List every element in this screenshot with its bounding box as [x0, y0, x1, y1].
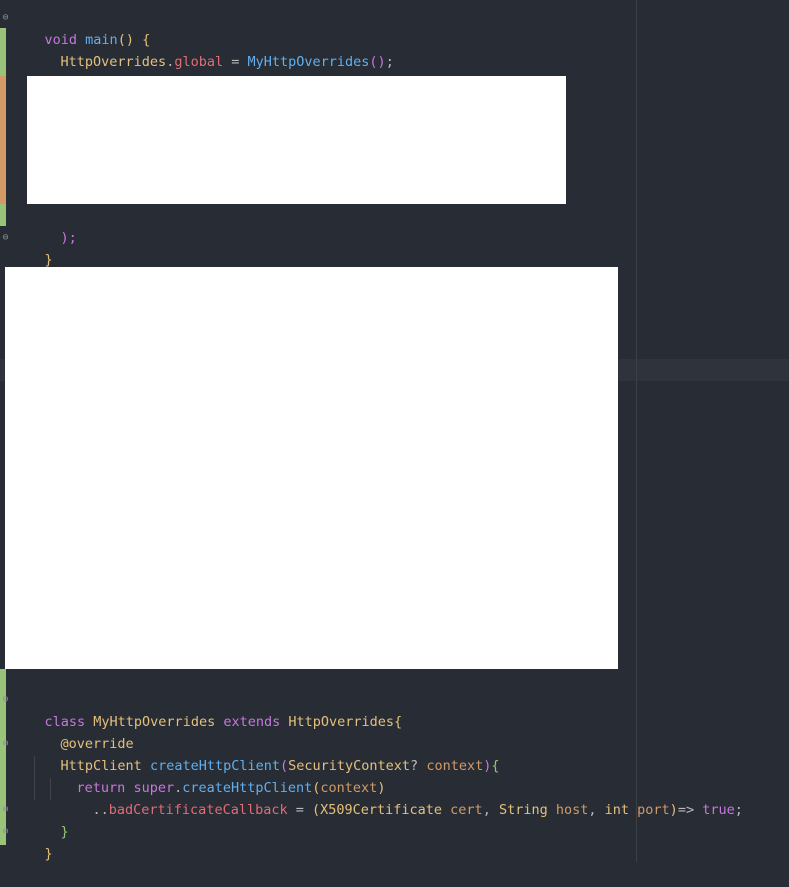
nullable-token: ?: [410, 758, 427, 774]
code-editor[interactable]: ⊖ ⊖ ⊖ ⊖ ⊖ ⊖ void main() { HttpOverrides.…: [0, 0, 789, 862]
redacted-code-block: [27, 76, 566, 204]
cascade-token: ..: [92, 802, 109, 818]
fold-toggle-icon[interactable]: ⊖: [1, 738, 10, 749]
code-line-7[interactable]: @override: [28, 711, 134, 752]
fold-toggle-icon[interactable]: ⊖: [1, 12, 10, 23]
semicolon-token: ;: [734, 802, 743, 818]
parameter-token: context: [426, 758, 484, 774]
paren-token: (: [311, 802, 321, 818]
fold-toggle-icon[interactable]: ⊖: [1, 826, 10, 837]
paren-token: );: [60, 230, 77, 246]
parameter-token: cert: [442, 802, 483, 818]
code-line-8[interactable]: HttpClient createHttpClient(SecurityCont…: [28, 733, 500, 774]
property-token: global: [174, 54, 224, 70]
code-line-3[interactable]: runApp(: [28, 51, 118, 92]
right-margin-guide: [636, 0, 637, 862]
type-token: X509Certificate: [320, 802, 443, 818]
comma-token: ,: [482, 802, 499, 818]
paren-token: (): [369, 54, 386, 70]
property-token: badCertificateCallback: [108, 802, 288, 818]
semicolon-token: ;: [385, 54, 394, 70]
comma-token: ,: [588, 802, 605, 818]
keyword-token: extends: [223, 714, 281, 730]
code-line-9[interactable]: return super.createHttpClient(context): [44, 755, 386, 796]
superclass-token: HttpOverrides: [280, 714, 395, 730]
operator-token: =: [223, 54, 248, 70]
brace-token: }: [60, 824, 69, 840]
operator-token: =: [287, 802, 312, 818]
fold-toggle-icon[interactable]: ⊖: [1, 804, 10, 815]
fold-toggle-icon[interactable]: ⊖: [1, 232, 10, 243]
arrow-token: =>: [677, 802, 703, 818]
brace-token: }: [44, 252, 53, 268]
brace-token: {: [491, 758, 500, 774]
paren-token: ): [669, 802, 678, 818]
constructor-token: MyHttpOverrides: [247, 54, 370, 70]
type-token: String: [498, 802, 548, 818]
code-line-12[interactable]: }: [12, 821, 53, 862]
gutter-modified-marker[interactable]: [0, 76, 6, 204]
gutter-added-marker[interactable]: [0, 28, 6, 76]
code-line-2[interactable]: HttpOverrides.global = MyHttpOverrides()…: [28, 29, 394, 70]
boolean-token: true: [702, 802, 735, 818]
code-line-11[interactable]: }: [28, 799, 69, 840]
code-line-10[interactable]: ..badCertificateCallback = (X509Certific…: [60, 777, 743, 818]
redacted-code-block: [5, 267, 618, 669]
type-token: int: [604, 802, 630, 818]
code-line-1[interactable]: void main() {: [12, 7, 151, 48]
parameter-token: port: [629, 802, 670, 818]
brace-token: {: [394, 714, 403, 730]
code-line-6[interactable]: class MyHttpOverrides extends HttpOverri…: [12, 689, 403, 730]
gutter-added-marker[interactable]: [0, 204, 6, 226]
code-line-4[interactable]: );: [28, 205, 77, 246]
brace-token: }: [44, 846, 53, 862]
code-line-5[interactable]: }: [12, 227, 53, 268]
parameter-token: host: [547, 802, 589, 818]
fold-toggle-icon[interactable]: ⊖: [1, 694, 10, 705]
